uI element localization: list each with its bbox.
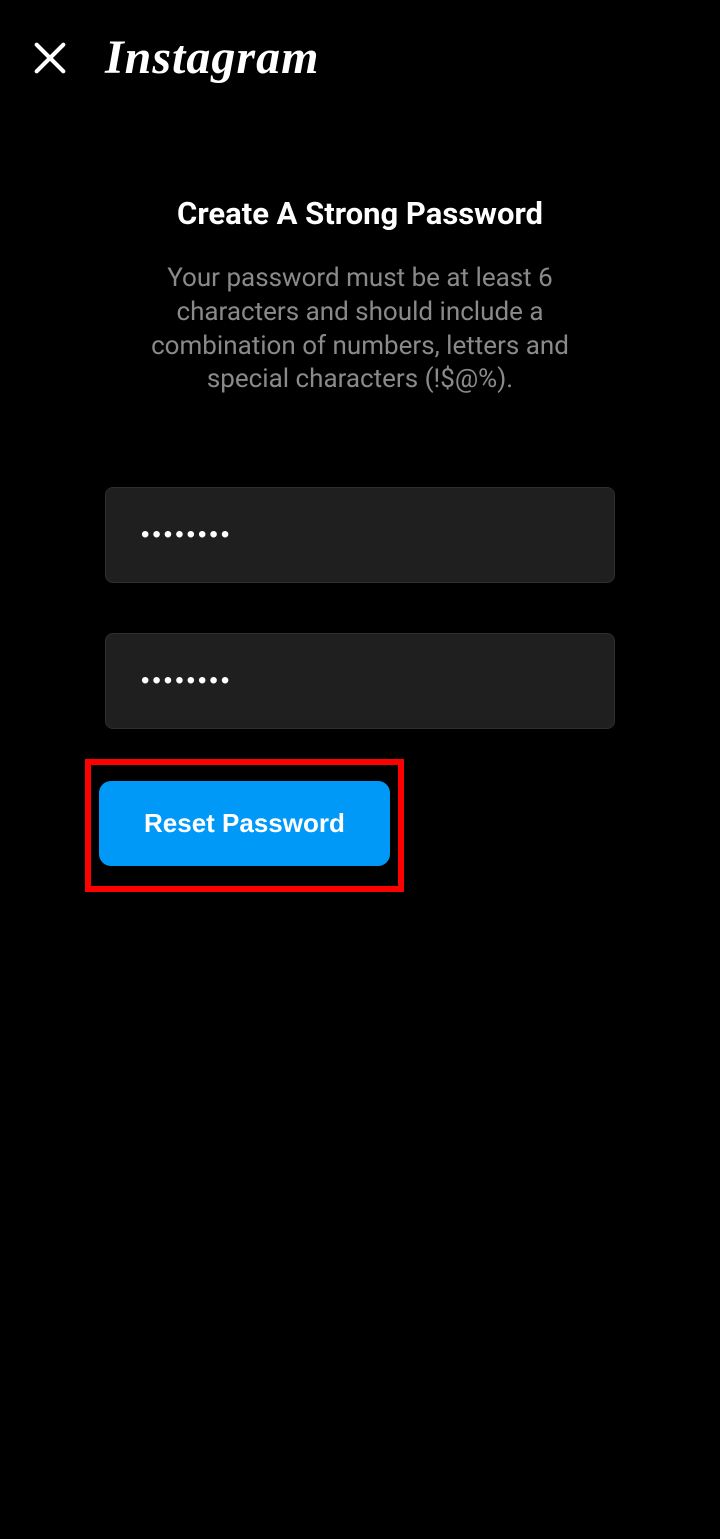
page-subtitle: Your password must be at least 6 charact…	[105, 262, 615, 397]
x-icon	[30, 38, 70, 78]
content: Create A Strong Password Your password m…	[0, 105, 720, 892]
header: Instagram	[0, 0, 720, 105]
confirm-password-field[interactable]	[105, 633, 615, 729]
page-title: Create A Strong Password	[177, 195, 543, 232]
reset-password-button[interactable]: Reset Password	[99, 781, 390, 866]
brand-logo: Instagram	[105, 30, 319, 85]
password-field[interactable]	[105, 487, 615, 583]
close-icon[interactable]	[30, 38, 70, 78]
highlight-annotation: Reset Password	[85, 759, 404, 892]
